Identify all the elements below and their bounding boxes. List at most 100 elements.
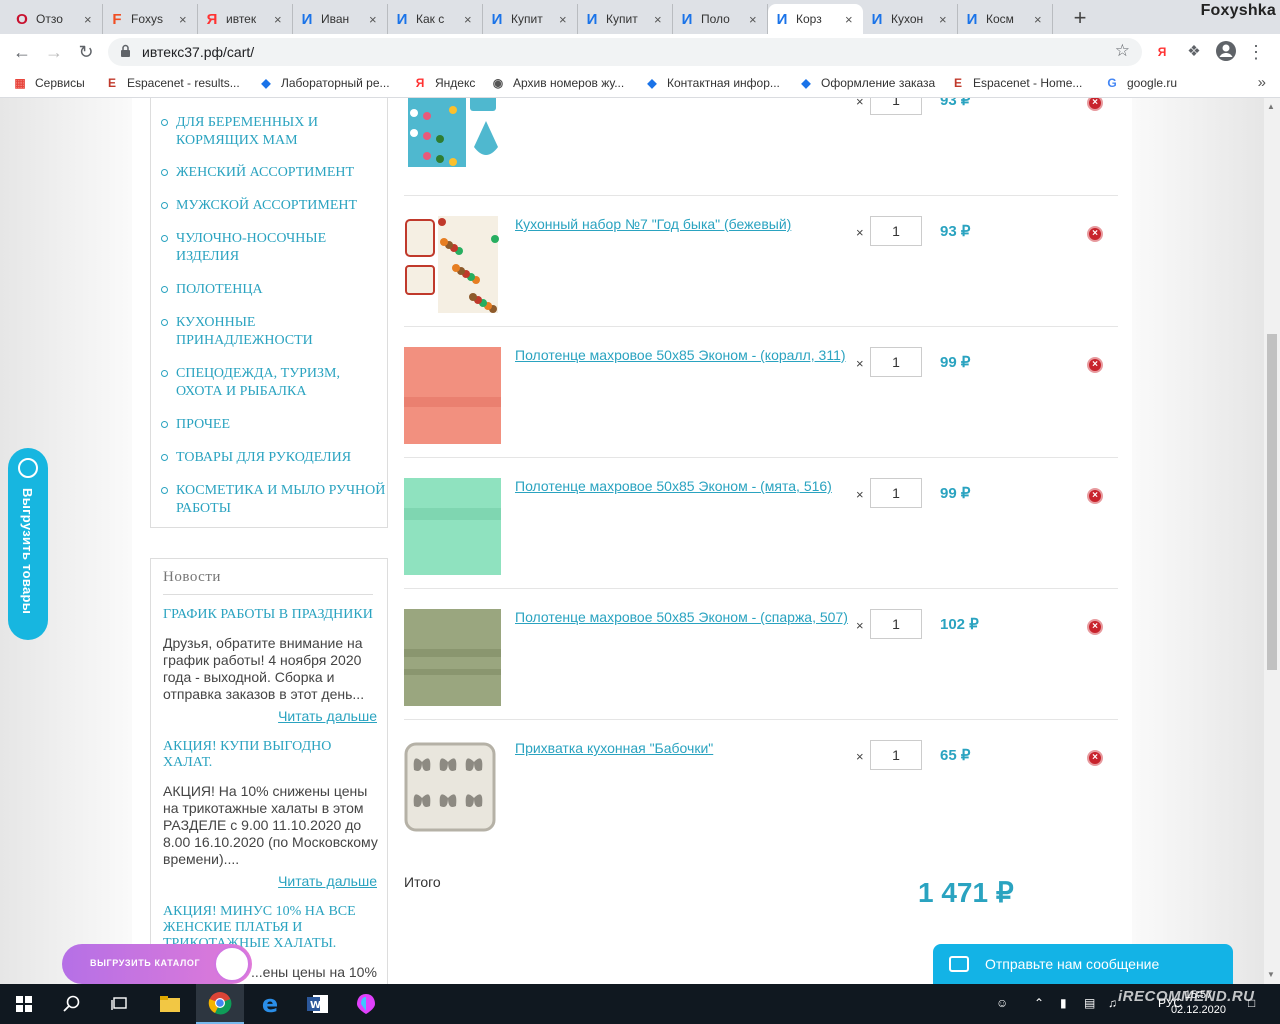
scrollbar-thumb[interactable] — [1267, 334, 1277, 670]
product-name-link[interactable]: Полотенце махровое 50х85 Эконом - (мята,… — [515, 478, 832, 494]
scroll-down-icon[interactable]: ▼ — [1267, 970, 1275, 979]
file-explorer-icon[interactable] — [146, 984, 194, 1024]
bookmark-item[interactable]: ◆ Контактная инфор... — [644, 75, 780, 91]
browser-tab[interactable]: И Купит × — [483, 4, 578, 34]
volume-icon[interactable]: ♫ — [1108, 996, 1117, 1010]
tray-expand-icon[interactable]: ⌃ — [1034, 996, 1044, 1010]
browser-tab[interactable]: И Купит × — [578, 4, 673, 34]
category-link[interactable]: Полотенца — [161, 281, 389, 299]
quantity-input[interactable] — [870, 609, 922, 639]
tab-close-icon[interactable]: × — [939, 12, 951, 27]
product-image[interactable] — [404, 609, 501, 706]
remove-item-icon[interactable]: × — [1087, 98, 1103, 111]
address-bar[interactable]: ивтекс37.рф/cart/ ☆ — [108, 38, 1142, 66]
remove-item-icon[interactable]: × — [1087, 226, 1103, 242]
bookmark-item[interactable]: Ggoogle.ru — [1104, 75, 1177, 91]
quantity-input[interactable] — [870, 98, 922, 115]
page-scrollbar[interactable]: ▲ ▼ — [1264, 98, 1280, 984]
browser-tab[interactable]: И Поло × — [673, 4, 768, 34]
bookmark-item[interactable]: ◉ Архив номеров жу... — [490, 75, 624, 91]
total-label: Итого — [404, 874, 441, 890]
forward-icon[interactable]: → — [42, 40, 66, 64]
news-title[interactable]: Акция! Купи выгодно халат. — [163, 739, 379, 771]
menu-kebab-icon[interactable]: ⋮ — [1244, 40, 1268, 64]
remove-item-icon[interactable]: × — [1087, 750, 1103, 766]
bookmark-item[interactable]: ◆ Лабораторный ре... — [258, 75, 389, 91]
back-icon[interactable]: ← — [10, 40, 34, 64]
bookmark-star-icon[interactable]: ☆ — [1115, 41, 1130, 61]
chrome-taskbar-icon[interactable] — [196, 984, 244, 1024]
category-link[interactable]: Для беременных и кормящих мам — [161, 114, 389, 150]
quantity-input[interactable] — [870, 478, 922, 508]
edge-icon[interactable]: e — [246, 984, 294, 1024]
browser-tab[interactable]: F Foxys × — [103, 4, 198, 34]
paint-3d-icon[interactable] — [342, 984, 390, 1024]
yandex-extension-icon[interactable]: Я — [1150, 40, 1174, 64]
product-name-link[interactable]: Кухонный набор №7 "Год быка" (бежевый) — [515, 216, 791, 232]
tab-close-icon[interactable]: × — [369, 12, 381, 27]
product-image[interactable] — [404, 740, 501, 837]
browser-tab[interactable]: И Иван × — [293, 4, 388, 34]
search-icon[interactable] — [48, 984, 96, 1024]
product-name-link[interactable]: Прихватка кухонная "Бабочки" — [515, 740, 713, 756]
bookmark-item[interactable]: ▦ Сервисы — [12, 75, 84, 91]
tab-close-icon[interactable]: × — [559, 12, 571, 27]
tab-close-icon[interactable]: × — [84, 12, 96, 27]
product-name-link[interactable]: Полотенце махровое 50х85 Эконом - (спарж… — [515, 609, 848, 625]
remove-item-icon[interactable]: × — [1087, 488, 1103, 504]
read-more-link[interactable]: Читать дальше — [278, 708, 377, 724]
reload-icon[interactable]: ↻ — [74, 40, 98, 64]
tab-close-icon[interactable]: × — [654, 12, 666, 27]
category-link[interactable]: Кухонные принадлежности — [161, 314, 389, 350]
tab-close-icon[interactable]: × — [179, 12, 191, 27]
export-goods-button[interactable]: Выгрузить товары — [8, 448, 48, 640]
product-image[interactable] — [404, 478, 501, 575]
remove-item-icon[interactable]: × — [1087, 619, 1103, 635]
network-icon[interactable]: ▤ — [1084, 996, 1095, 1010]
tab-close-icon[interactable]: × — [749, 12, 761, 27]
scroll-up-icon[interactable]: ▲ — [1267, 102, 1275, 111]
quantity-input[interactable] — [870, 347, 922, 377]
category-link[interactable]: Женский ассортимент — [161, 164, 389, 182]
product-name-link[interactable]: Полотенце махровое 50х85 Эконом - (корал… — [515, 347, 846, 363]
word-icon[interactable]: W — [294, 984, 342, 1024]
category-link[interactable]: Чулочно-носочные изделия — [161, 230, 389, 266]
product-image[interactable] — [404, 98, 501, 182]
bookmark-item[interactable]: E Espacenet - results... — [104, 75, 240, 91]
product-image[interactable] — [404, 347, 501, 444]
browser-tab[interactable]: И Кухон × — [863, 4, 958, 34]
windows-start-icon[interactable] — [0, 984, 48, 1024]
category-link[interactable]: Мужской ассортимент — [161, 197, 389, 215]
task-view-icon[interactable] — [96, 984, 144, 1024]
browser-tab[interactable]: И Как с × — [388, 4, 483, 34]
news-title[interactable]: График работы в праздники — [163, 607, 379, 623]
bookmark-item[interactable]: Я Яндекс — [412, 75, 476, 91]
browser-tab[interactable]: O Отзо × — [8, 4, 103, 34]
bookmarks-overflow-icon[interactable]: » — [1258, 74, 1266, 91]
tab-close-icon[interactable]: × — [274, 12, 286, 27]
category-link[interactable]: Косметика и мыло ручной работы — [161, 482, 389, 518]
bookmark-item[interactable]: E Espacenet - Home... — [950, 75, 1082, 91]
quantity-input[interactable] — [870, 216, 922, 246]
browser-tab[interactable]: Яивтек × — [198, 4, 293, 34]
profile-avatar-icon[interactable] — [1214, 40, 1238, 64]
tab-close-icon[interactable]: × — [845, 12, 857, 27]
tab-close-icon[interactable]: × — [464, 12, 476, 27]
battery-icon[interactable]: ▮ — [1060, 996, 1067, 1010]
new-tab-button[interactable]: + — [1068, 5, 1092, 31]
browser-tab[interactable]: И Косм × — [958, 4, 1053, 34]
bookmark-item[interactable]: ◆ Оформление заказа — [798, 75, 935, 91]
remove-item-icon[interactable]: × — [1087, 357, 1103, 373]
category-link[interactable]: Товары для рукоделия — [161, 449, 389, 467]
browser-tab[interactable]: И Корз × — [768, 4, 863, 34]
category-link[interactable]: Прочее — [161, 416, 389, 434]
read-more-link[interactable]: Читать дальше — [278, 873, 377, 889]
export-catalog-button[interactable]: Выгрузить каталог — [62, 944, 252, 984]
tab-close-icon[interactable]: × — [1034, 12, 1046, 27]
category-link[interactable]: Спецодежда, туризм, охота и рыбалка — [161, 365, 389, 401]
extensions-puzzle-icon[interactable]: ❖ — [1182, 40, 1206, 64]
people-icon[interactable]: ☺ — [996, 996, 1008, 1010]
quantity-input[interactable] — [870, 740, 922, 770]
product-image[interactable] — [404, 216, 501, 313]
chat-widget[interactable]: Отправьте нам сообщение — [933, 944, 1233, 984]
